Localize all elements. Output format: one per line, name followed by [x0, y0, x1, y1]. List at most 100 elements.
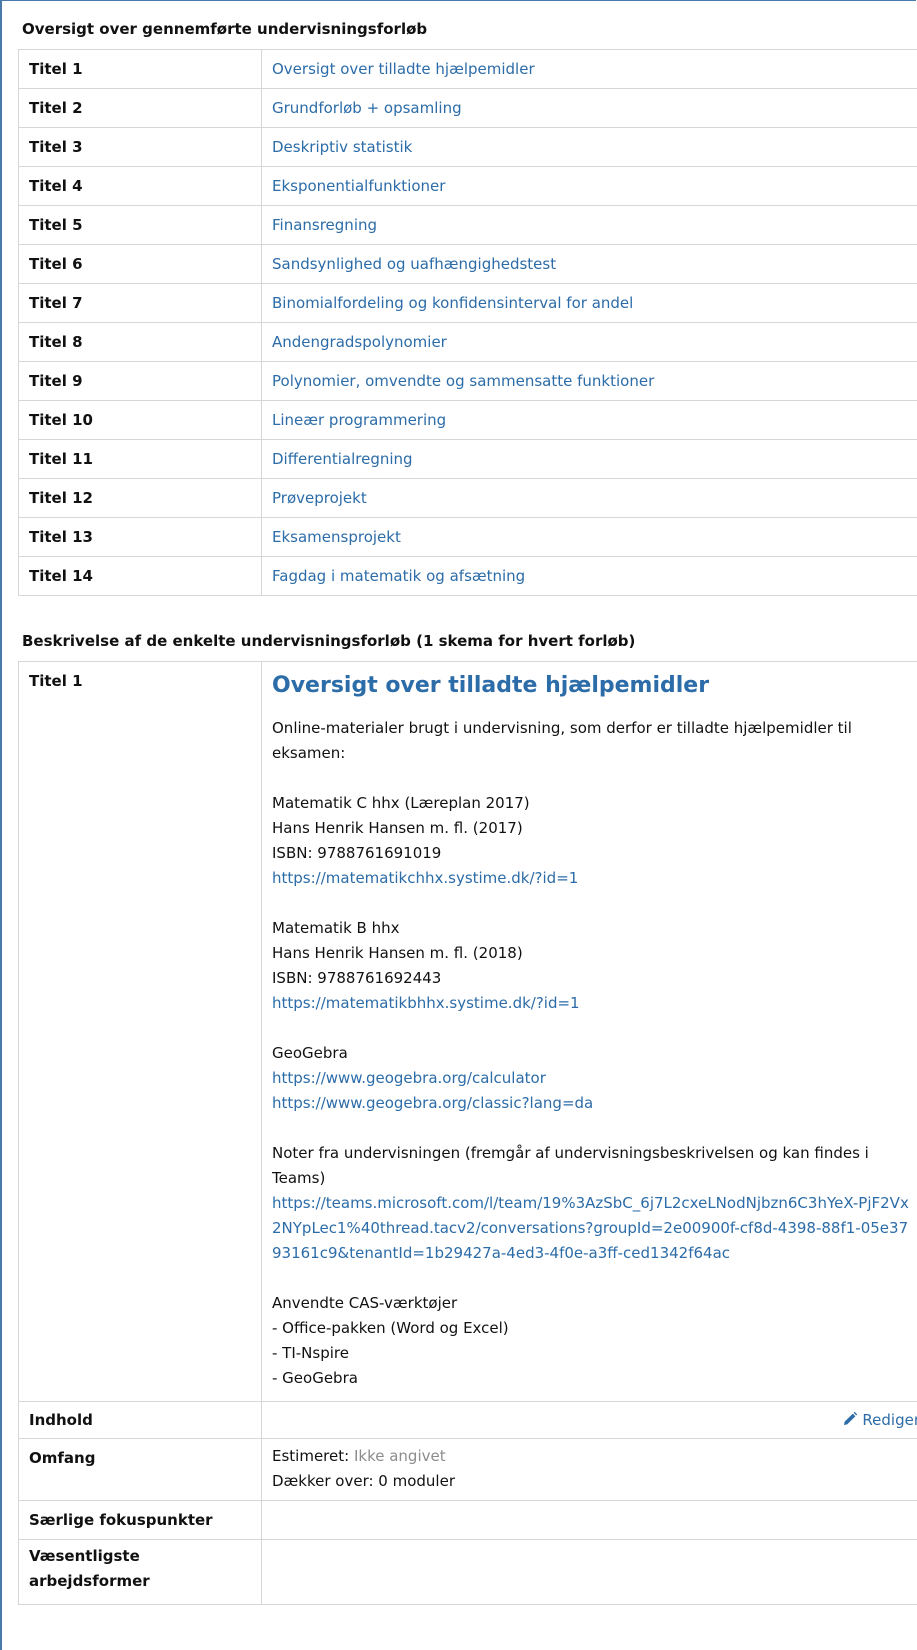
fokus-content	[261, 1500, 917, 1540]
cas-heading: Anvendte CAS-værktøjer	[272, 1294, 458, 1312]
teams-link[interactable]: https://teams.microsoft.com/l/team/19%3A…	[272, 1194, 909, 1262]
course-title-link[interactable]: Finansregning	[272, 216, 377, 234]
row-title-cell: Finansregning	[261, 205, 917, 245]
edit-button-label: Rediger	[862, 1411, 917, 1429]
row-label: Titel 12	[18, 478, 262, 518]
book-b-isbn: ISBN: 9788761692443	[272, 969, 442, 987]
table-row: Titel 9 Polynomier, omvendte og sammensat…	[18, 361, 917, 401]
course-title-link[interactable]: Fagdag i matematik og afsætning	[272, 567, 525, 585]
book-b-author: Hans Henrik Hansen m. fl. (2018)	[272, 944, 523, 962]
course-title-link[interactable]: Grundforløb + opsamling	[272, 99, 462, 117]
book-b-link[interactable]: https://matematikbhhx.systime.dk/?id=1	[272, 994, 580, 1012]
detail-row-titel: Titel 1 Oversigt over tilladte hjælpemid…	[18, 661, 917, 1402]
row-title-cell: Eksamensprojekt	[261, 517, 917, 557]
book-c-author: Hans Henrik Hansen m. fl. (2017)	[272, 819, 523, 837]
row-title-cell: Grundforløb + opsamling	[261, 88, 917, 128]
row-label: Titel 5	[18, 205, 262, 245]
omfang-label: Omfang	[18, 1438, 262, 1501]
overview-table: Titel 1 Oversigt over tilladte hjælpemidl…	[18, 49, 917, 596]
row-title-cell: Fagdag i matematik og afsætning	[261, 556, 917, 596]
cas-item-office: - Office-pakken (Word og Excel)	[272, 1319, 509, 1337]
detail-content: Oversigt over tilladte hjælpemidler Onli…	[261, 661, 917, 1402]
row-title-cell: Oversigt over tilladte hjælpemidler	[261, 49, 917, 89]
book-c-isbn: ISBN: 9788761691019	[272, 844, 442, 862]
course-title-link[interactable]: Lineær programmering	[272, 411, 446, 429]
row-label: Titel 4	[18, 166, 262, 206]
course-title-link[interactable]: Polynomier, omvendte og sammensatte funk…	[272, 372, 654, 390]
daekker-text: Dækker over: 0 moduler	[272, 1472, 455, 1490]
arbejdsformer-content	[261, 1539, 917, 1605]
table-row: Titel 14 Fagdag i matematik og afsætning	[18, 556, 917, 596]
row-label: Titel 10	[18, 400, 262, 440]
course-title-link[interactable]: Eksponentialfunktioner	[272, 177, 445, 195]
course-title-link[interactable]: Deskriptiv statistik	[272, 138, 412, 156]
row-title-cell: Lineær programmering	[261, 400, 917, 440]
course-title-link[interactable]: Prøveprojekt	[272, 489, 367, 507]
row-title-cell: Polynomier, omvendte og sammensatte funk…	[261, 361, 917, 401]
course-title-link[interactable]: Andengradspolynomier	[272, 333, 447, 351]
course-title-link[interactable]: Binomialfordeling og konfidensinterval f…	[272, 294, 633, 312]
details-heading: Beskrivelse af de enkelte undervisningsf…	[22, 632, 636, 650]
course-title-link[interactable]: Sandsynlighed og uafhængighedstest	[272, 255, 556, 273]
book-b-name: Matematik B hhx	[272, 919, 400, 937]
row-label: Titel 11	[18, 439, 262, 479]
table-row: Titel 6 Sandsynlighed og uafhængighedstes…	[18, 244, 917, 284]
indhold-content: Rediger	[261, 1401, 917, 1439]
row-label: Titel 14	[18, 556, 262, 596]
detail-row-omfang: Omfang Estimeret: Ikke angivet Dækker ov…	[18, 1438, 917, 1501]
fokus-label: Særlige fokuspunkter	[18, 1500, 262, 1540]
course-title-link[interactable]: Differentialregning	[272, 450, 413, 468]
row-label: Titel 2	[18, 88, 262, 128]
table-row: Titel 13 Eksamensprojekt	[18, 517, 917, 557]
row-title-cell: Differentialregning	[261, 439, 917, 479]
table-row: Titel 4 Eksponentialfunktioner	[18, 166, 917, 206]
geogebra-name: GeoGebra	[272, 1044, 348, 1062]
geogebra-classic-link[interactable]: https://www.geogebra.org/classic?lang=da	[272, 1094, 593, 1112]
row-label: Titel 13	[18, 517, 262, 557]
estimeret-label: Estimeret:	[272, 1447, 350, 1465]
course-title-link[interactable]: Oversigt over tilladte hjælpemidler	[272, 60, 535, 78]
table-row: Titel 12 Prøveprojekt	[18, 478, 917, 518]
arbejdsformer-label: Væsentligste arbejdsformer	[18, 1539, 262, 1605]
detail-row-label: Titel 1	[18, 661, 262, 1402]
row-label: Titel 7	[18, 283, 262, 323]
row-title-cell: Binomialfordeling og konfidensinterval f…	[261, 283, 917, 323]
edit-button[interactable]: Rediger	[842, 1411, 917, 1429]
cas-item-ti-nspire: - TI-Nspire	[272, 1344, 349, 1362]
row-label: Titel 6	[18, 244, 262, 284]
row-label: Titel 9	[18, 361, 262, 401]
book-c-name: Matematik C hhx (Læreplan 2017)	[272, 794, 530, 812]
table-row: Titel 3 Deskriptiv statistik	[18, 127, 917, 167]
overview-heading: Oversigt over gennemførte undervisningsf…	[22, 20, 428, 38]
row-label: Titel 8	[18, 322, 262, 362]
detail-title-link[interactable]: Oversigt over tilladte hjælpemidler	[272, 673, 914, 698]
estimeret-value: Ikke angivet	[353, 1447, 446, 1465]
detail-table: Titel 1 Oversigt over tilladte hjælpemid…	[18, 661, 917, 1605]
cas-item-geogebra: - GeoGebra	[272, 1369, 358, 1387]
row-title-cell: Andengradspolynomier	[261, 322, 917, 362]
row-label: Titel 3	[18, 127, 262, 167]
omfang-content: Estimeret: Ikke angivet Dækker over: 0 m…	[261, 1438, 917, 1501]
row-title-cell: Sandsynlighed og uafhængighedstest	[261, 244, 917, 284]
overview-table-body: Titel 1 Oversigt over tilladte hjælpemidl…	[18, 49, 917, 596]
row-title-cell: Eksponentialfunktioner	[261, 166, 917, 206]
table-row: Titel 7 Binomialfordeling og konfidensint…	[18, 283, 917, 323]
pencil-icon	[844, 1411, 858, 1425]
table-row: Titel 5 Finansregning	[18, 205, 917, 245]
book-c-link[interactable]: https://matematikchhx.systime.dk/?id=1	[272, 869, 578, 887]
table-row: Titel 11 Differentialregning	[18, 439, 917, 479]
table-row: Titel 1 Oversigt over tilladte hjælpemidl…	[18, 49, 917, 89]
table-row: Titel 2 Grundforløb + opsamling	[18, 88, 917, 128]
geogebra-calculator-link[interactable]: https://www.geogebra.org/calculator	[272, 1069, 546, 1087]
table-row: Titel 10 Lineær programmering	[18, 400, 917, 440]
row-label: Titel 1	[18, 49, 262, 89]
notes-text: Noter fra undervisningen (fremgår af und…	[272, 1144, 869, 1187]
row-title-cell: Prøveprojekt	[261, 478, 917, 518]
row-title-cell: Deskriptiv statistik	[261, 127, 917, 167]
detail-row-indhold: Indhold Rediger	[18, 1401, 917, 1439]
table-row: Titel 8 Andengradspolynomier	[18, 322, 917, 362]
detail-row-arbejdsformer: Væsentligste arbejdsformer	[18, 1539, 917, 1605]
indhold-label: Indhold	[18, 1401, 262, 1439]
course-title-link[interactable]: Eksamensprojekt	[272, 528, 401, 546]
detail-row-fokus: Særlige fokuspunkter	[18, 1500, 917, 1540]
